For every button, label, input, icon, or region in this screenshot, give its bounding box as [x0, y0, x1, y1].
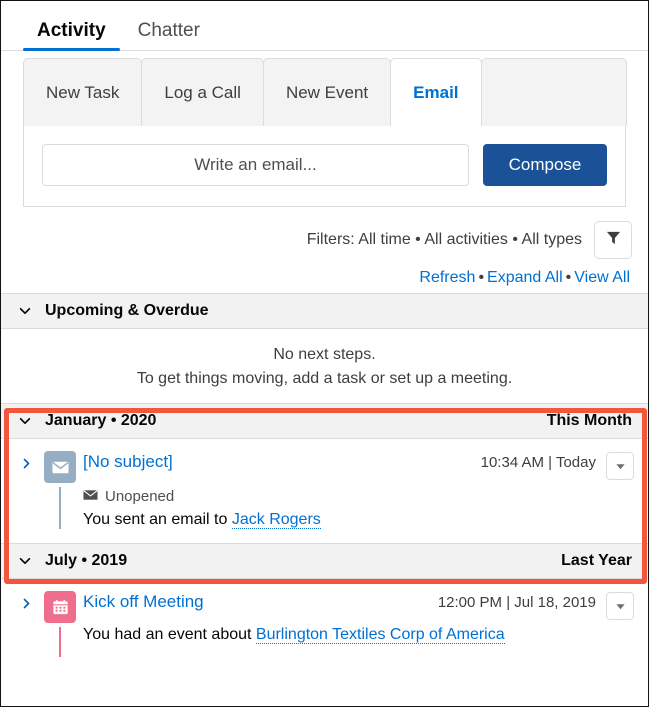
sub-tab-strip-wrapper: New Task Log a Call New Event Email — [1, 51, 648, 126]
filters-area: Filters: All time • All activities • All… — [1, 207, 648, 293]
refresh-link[interactable]: Refresh — [419, 269, 475, 286]
activity-status-label-email: Unopened — [105, 488, 175, 505]
link-separator-1: • — [478, 269, 485, 286]
envelope-icon — [83, 488, 98, 505]
calendar-icon — [44, 591, 76, 623]
subtab-log-a-call-label: Log a Call — [164, 82, 241, 102]
chevron-right-icon — [23, 598, 29, 609]
filters-summary: Filters: All time • All activities • All… — [306, 231, 582, 248]
timeline-row-event: Kick off Meeting 12:00 PM | Jul 18, 2019… — [1, 579, 648, 671]
section-header-january-2020[interactable]: January • 2020 This Month — [1, 403, 648, 439]
activity-description-prefix-email: You sent an email to — [83, 511, 232, 528]
chevron-down-icon[interactable] — [15, 304, 35, 318]
row-actions-menu-event[interactable] — [606, 592, 634, 620]
related-record-link-jack-rogers[interactable]: Jack Rogers — [231, 511, 321, 529]
timeline-icon-column-event — [37, 591, 83, 657]
expand-row-button-email[interactable] — [15, 451, 37, 529]
timeline-row-body-email: [No subject] 10:34 AM | Today Unopened Y… — [83, 451, 634, 529]
activity-description-prefix-event: You had an event about — [83, 626, 256, 643]
chevron-right-icon — [23, 458, 29, 469]
tab-chatter-label: Chatter — [137, 20, 200, 41]
compose-button[interactable]: Compose — [483, 144, 607, 186]
related-record-link-burlington-textiles[interactable]: Burlington Textiles Corp of America — [255, 626, 505, 644]
chevron-down-icon — [615, 603, 625, 609]
email-compose-panel: Compose — [23, 126, 626, 207]
chevron-down-icon[interactable] — [15, 554, 35, 568]
section-title-july-2019: July • 2019 — [45, 552, 128, 569]
view-all-link[interactable]: View All — [574, 269, 630, 286]
row-actions-menu-email[interactable] — [606, 452, 634, 480]
activity-timestamp-event: 12:00 PM | Jul 18, 2019 — [437, 594, 596, 611]
chevron-down-icon — [615, 463, 625, 469]
activity-timestamp-email: 10:34 AM | Today — [480, 454, 596, 471]
empty-state-line-1: No next steps. — [273, 346, 376, 363]
filter-button[interactable] — [594, 221, 632, 259]
timeline-icon-column-email — [37, 451, 83, 529]
activity-status-email: Unopened — [83, 488, 634, 505]
tab-activity-label: Activity — [37, 20, 106, 41]
section-title-january-2020: January • 2020 — [45, 412, 157, 429]
subtab-email[interactable]: Email — [390, 58, 482, 126]
section-header-upcoming[interactable]: Upcoming & Overdue — [1, 293, 648, 329]
sub-tab-strip: New Task Log a Call New Event Email — [23, 58, 627, 126]
email-subject-input[interactable] — [42, 144, 469, 186]
filters-row: Filters: All time • All activities • All… — [17, 221, 632, 259]
subtab-new-task-label: New Task — [46, 82, 120, 102]
subtab-overflow[interactable] — [480, 58, 627, 126]
section-tag-last-year: Last Year — [561, 552, 632, 569]
activity-title-email[interactable]: [No subject] — [83, 452, 471, 472]
activity-title-event[interactable]: Kick off Meeting — [83, 592, 428, 612]
timeline-actions: Refresh • Expand All • View All — [17, 269, 632, 287]
timeline-row-header-event: Kick off Meeting 12:00 PM | Jul 18, 2019 — [83, 592, 634, 620]
activity-description-event: You had an event about Burlington Textil… — [83, 626, 634, 644]
timeline-row-body-event: Kick off Meeting 12:00 PM | Jul 18, 2019… — [83, 591, 634, 657]
subtab-new-event-label: New Event — [285, 82, 369, 102]
funnel-icon — [606, 230, 621, 250]
timeline-row-header-email: [No subject] 10:34 AM | Today — [83, 452, 634, 480]
timeline-row-email: [No subject] 10:34 AM | Today Unopened Y… — [1, 439, 648, 543]
subtab-log-a-call[interactable]: Log a Call — [141, 58, 264, 126]
subtab-new-task[interactable]: New Task — [23, 58, 143, 126]
subtab-new-event[interactable]: New Event — [262, 58, 392, 126]
timeline-connector-email — [59, 487, 61, 529]
tab-chatter[interactable]: Chatter — [122, 21, 216, 50]
chevron-down-icon[interactable] — [15, 414, 35, 428]
empty-state-line-2: To get things moving, add a task or set … — [136, 370, 513, 387]
tab-activity[interactable]: Activity — [21, 20, 122, 51]
section-header-july-2019[interactable]: July • 2019 Last Year — [1, 543, 648, 579]
link-separator-2: • — [565, 269, 572, 286]
upcoming-empty-state: No next steps. To get things moving, add… — [1, 329, 648, 403]
expand-all-link[interactable]: Expand All — [487, 269, 563, 286]
timeline-connector-event — [59, 627, 61, 657]
main-tab-bar: Activity Chatter — [1, 1, 648, 51]
subtab-email-label: Email — [413, 82, 459, 102]
section-title-upcoming: Upcoming & Overdue — [45, 302, 209, 319]
expand-row-button-event[interactable] — [15, 591, 37, 657]
activity-description-email: You sent an email to Jack Rogers — [83, 511, 634, 529]
section-tag-this-month: This Month — [546, 412, 632, 429]
email-icon — [44, 451, 76, 483]
activity-panel: Activity Chatter New Task Log a Call New… — [0, 0, 649, 707]
